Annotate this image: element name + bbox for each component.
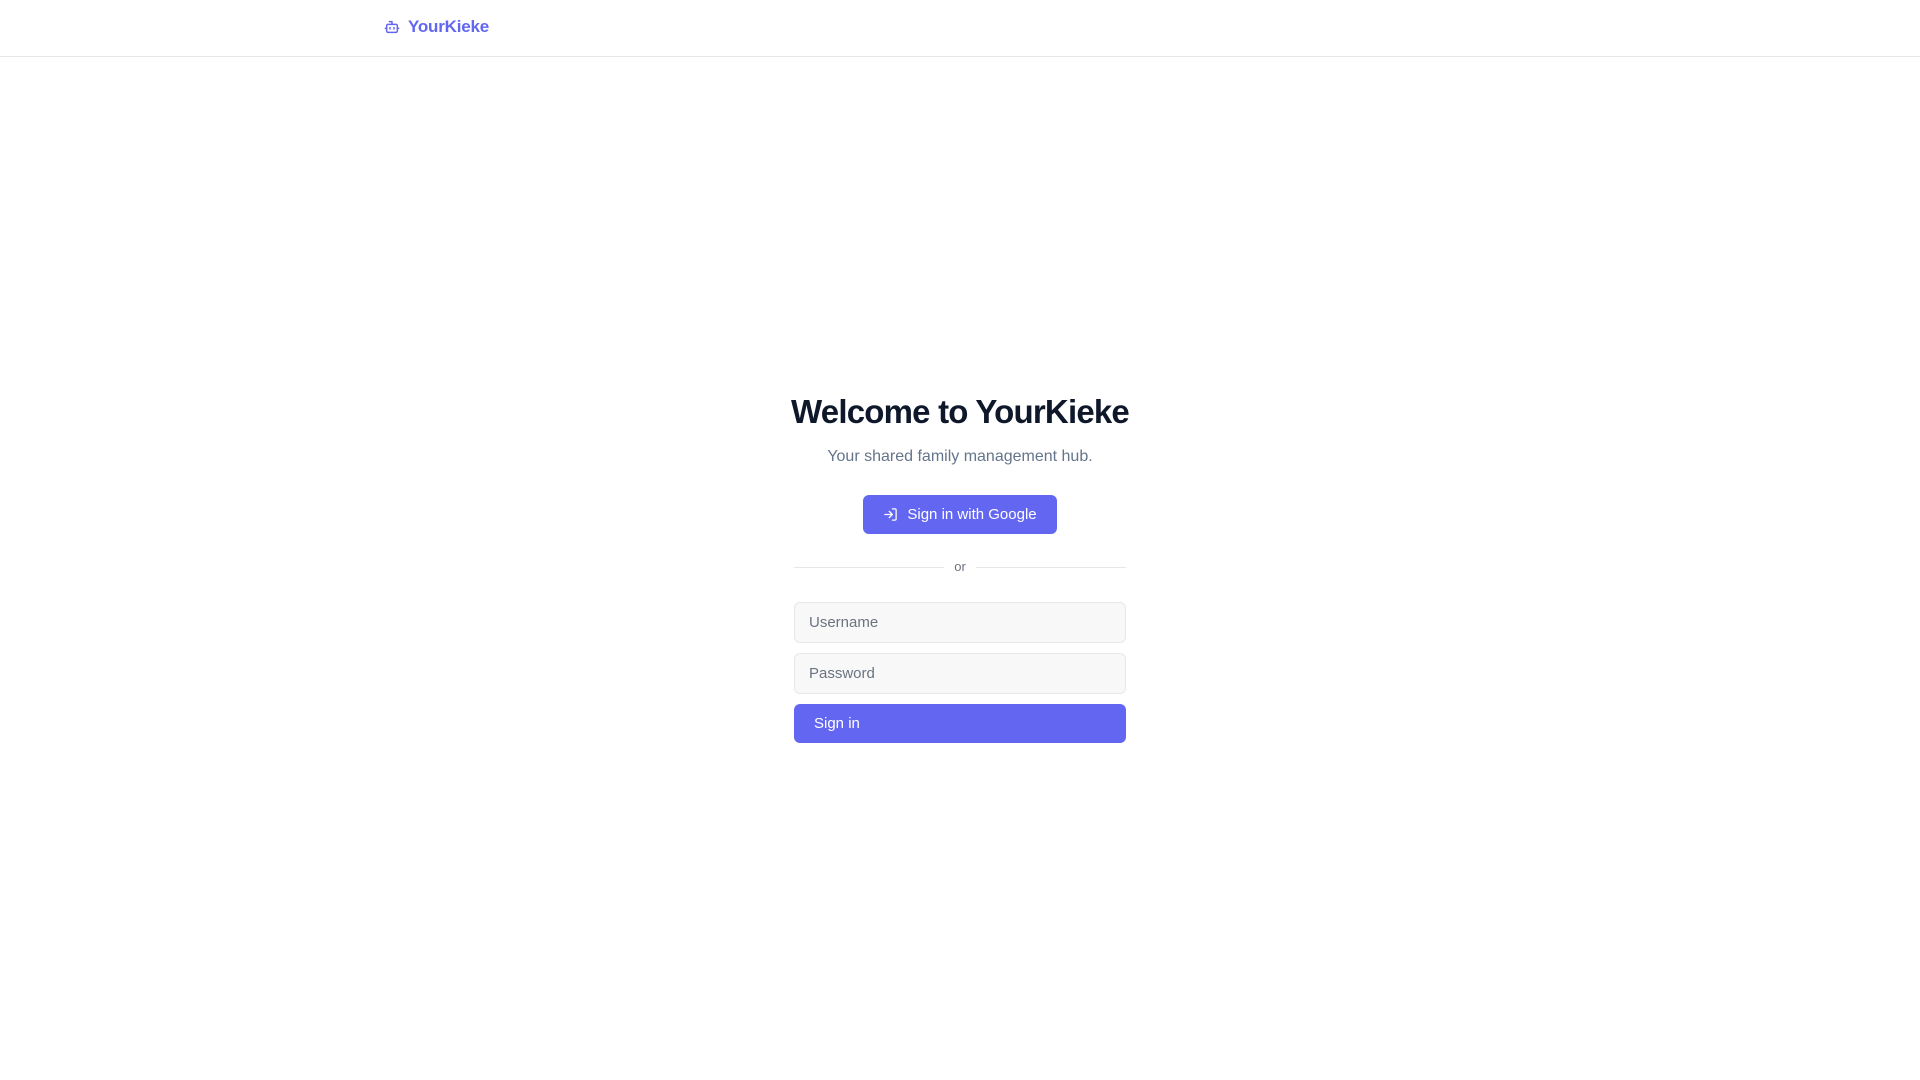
brand-link[interactable]: YourKieke xyxy=(384,17,489,37)
page-subtitle: Your shared family management hub. xyxy=(827,448,1093,465)
top-navbar: YourKieke xyxy=(0,0,1920,57)
page-title: Welcome to YourKieke xyxy=(791,393,1130,430)
google-signin-button[interactable]: Sign in with Google xyxy=(863,495,1057,534)
divider-text: or xyxy=(954,559,966,574)
sign-in-icon xyxy=(883,507,898,522)
google-signin-label: Sign in with Google xyxy=(907,506,1037,523)
password-input[interactable] xyxy=(794,653,1126,694)
username-input[interactable] xyxy=(794,602,1126,643)
signin-button[interactable]: Sign in xyxy=(794,704,1126,743)
divider-line-left xyxy=(794,566,945,568)
brand-name: YourKieke xyxy=(408,17,490,36)
divider: or xyxy=(794,559,1126,575)
robot-icon xyxy=(384,19,400,35)
login-panel: Welcome to YourKieke Your shared family … xyxy=(791,390,1130,743)
divider-line-right xyxy=(975,566,1126,568)
